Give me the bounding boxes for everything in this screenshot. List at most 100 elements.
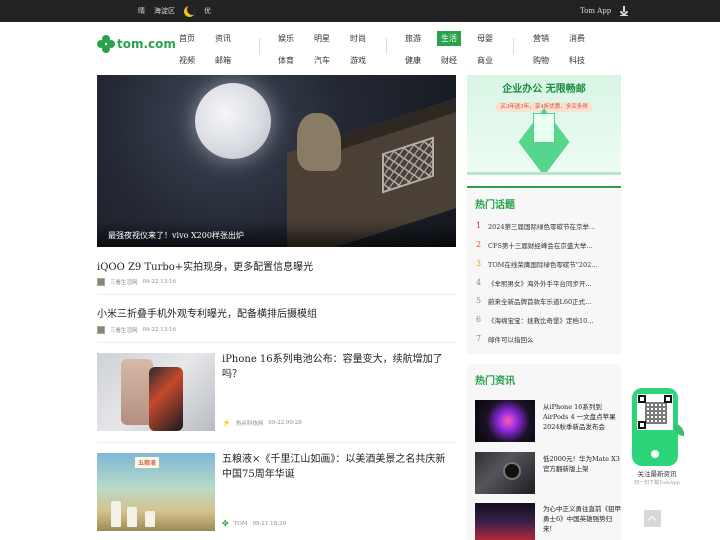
article-title[interactable]: iPhone 16系列电池公布：容量变大，续航增加了吗？ bbox=[222, 352, 454, 382]
divider bbox=[97, 342, 456, 343]
air-quality-text: 优 bbox=[204, 7, 211, 15]
rank-number: 6 bbox=[476, 315, 482, 324]
article-time: 09-22 13:16 bbox=[142, 279, 176, 285]
source-logo-icon: ⚡ bbox=[222, 419, 231, 427]
district-text: 海淀区 bbox=[154, 7, 175, 15]
article-source[interactable]: 三看生活网 bbox=[110, 278, 138, 286]
nav-item-sports[interactable]: 体育 bbox=[278, 55, 294, 66]
divider bbox=[97, 294, 456, 295]
weather-widget[interactable]: 晴 海淀区 优 bbox=[138, 0, 211, 22]
article-meta: 三看生活网 09-22 13:16 bbox=[97, 326, 176, 334]
hot-topic-item[interactable]: 4 《芈熙男女》海外外手平台同步开... bbox=[476, 278, 606, 288]
article-source[interactable]: 三看生活网 bbox=[110, 326, 138, 334]
bottle-image bbox=[111, 501, 121, 527]
app-link-label: Tom App bbox=[580, 7, 612, 15]
nav-item-mail[interactable]: 邮箱 bbox=[215, 55, 231, 66]
nav-item-stars[interactable]: 明星 bbox=[314, 33, 330, 44]
moon-icon bbox=[184, 5, 195, 17]
news-title[interactable]: 低2000元！华为Mate X3官方翻新版上架 bbox=[543, 454, 621, 474]
site-logo[interactable]: tom.com bbox=[97, 34, 176, 54]
nav-item-finance[interactable]: 财经 bbox=[441, 55, 457, 66]
qr-label: 关注最新资讯 bbox=[637, 470, 677, 478]
rank-number: 3 bbox=[476, 259, 482, 268]
clover-logo-icon bbox=[97, 35, 115, 53]
rank-number: 1 bbox=[476, 221, 482, 230]
nav-item-shopping[interactable]: 购物 bbox=[533, 55, 549, 66]
nav-item-video[interactable]: 视频 bbox=[179, 55, 195, 66]
rank-number: 2 bbox=[476, 240, 482, 249]
ad-illustration-image bbox=[533, 113, 555, 143]
hot-topic-text: 蔚来全新品牌首款车乐道L60正式... bbox=[488, 298, 592, 306]
nav-item-news[interactable]: 资讯 bbox=[215, 33, 231, 44]
hot-topic-item[interactable]: 5 蔚来全新品牌首款车乐道L60正式... bbox=[476, 296, 606, 306]
hot-topic-item[interactable]: 1 2024第三届国际绿色零碳节在京举... bbox=[476, 221, 606, 231]
article-meta: ✤ TOM 09-21 18:39 bbox=[222, 519, 286, 528]
article-source[interactable]: 热点科技网 bbox=[236, 419, 264, 427]
nav-item-tech[interactable]: 科技 bbox=[569, 55, 585, 66]
hot-topic-item[interactable]: 6 《海绵宝宝：拯救比奇堡》定档10... bbox=[476, 315, 606, 325]
article-thumbnail[interactable] bbox=[97, 353, 215, 431]
ad-banner[interactable]: 企业办公 无限畅邮 买3年送3年，享4折优惠，多买多得 bbox=[467, 75, 621, 175]
news-title[interactable]: 从iPhone 16系列到AirPods 4 一文盘点苹果2024秋季新品发布会 bbox=[543, 402, 621, 432]
qr-code-image bbox=[637, 394, 673, 430]
hot-topic-item[interactable]: 7 邮件可以指回么 bbox=[476, 334, 606, 344]
article-title[interactable]: 五粮液×《千里江山如画》：以美酒美景之名共庆新中国75周年华诞 bbox=[222, 452, 454, 482]
nav-item-business[interactable]: 商业 bbox=[477, 55, 493, 66]
nav-divider bbox=[259, 38, 260, 54]
hot-topic-item[interactable]: 3 TOM在线荣膺国际绿色零碳节"202... bbox=[476, 259, 606, 269]
nav-item-life[interactable]: 生活 bbox=[437, 31, 461, 46]
hero-caption-bar: 最强夜视仪来了！vivo X200样张出炉 bbox=[97, 221, 456, 247]
nav-item-travel[interactable]: 旅游 bbox=[405, 33, 421, 44]
top-bar: 晴 海淀区 优 Tom App bbox=[0, 0, 720, 22]
article-source[interactable]: TOM bbox=[234, 521, 248, 527]
nav-item-consumer[interactable]: 消费 bbox=[569, 33, 585, 44]
nav-item-home[interactable]: 首页 bbox=[179, 33, 195, 44]
nav-item-parenting[interactable]: 母婴 bbox=[477, 33, 493, 44]
news-thumbnail[interactable] bbox=[475, 452, 535, 494]
nav-item-auto[interactable]: 汽车 bbox=[314, 55, 330, 66]
news-thumbnail[interactable] bbox=[475, 400, 535, 442]
news-thumbnail[interactable] bbox=[475, 503, 535, 540]
rank-number: 4 bbox=[476, 278, 482, 287]
hot-topic-text: 2024第三届国际绿色零碳节在京举... bbox=[488, 223, 596, 231]
app-download-link[interactable]: Tom App bbox=[580, 0, 629, 22]
article-title[interactable]: iQOO Z9 Turbo+实拍现身，更多配置信息曝光 bbox=[97, 258, 313, 273]
nav-item-health[interactable]: 健康 bbox=[405, 55, 421, 66]
source-avatar bbox=[97, 278, 105, 286]
phone-home-button-icon bbox=[651, 450, 659, 458]
news-title[interactable]: 为心中正义勇往直前《狙甲勇士6》中国英雄强势归来! bbox=[543, 504, 621, 534]
ad-headline: 企业办公 无限畅邮 bbox=[502, 84, 586, 95]
qr-code-widget[interactable] bbox=[632, 388, 678, 466]
article-title[interactable]: 小米三折叠手机外观专利曝光，配备横排后摄模组 bbox=[97, 305, 317, 320]
back-to-top-button[interactable] bbox=[644, 510, 661, 527]
download-icon bbox=[619, 6, 629, 16]
hot-news-title: 热门资讯 bbox=[475, 376, 515, 387]
rank-number: 5 bbox=[476, 296, 482, 305]
weather-text: 晴 bbox=[138, 7, 145, 15]
article-meta: ⚡ 热点科技网 09-22 09:28 bbox=[222, 419, 302, 427]
hot-topic-item[interactable]: 2 CFS第十三届财经峰会在京盛大举... bbox=[476, 240, 606, 250]
hot-topic-text: 《芈熙男女》海外外手平台同步开... bbox=[488, 280, 592, 288]
hero-caption[interactable]: 最强夜视仪来了！vivo X200样张出炉 bbox=[108, 230, 244, 241]
source-avatar bbox=[97, 326, 105, 334]
camera-image bbox=[503, 462, 521, 480]
hero-moon-image bbox=[195, 83, 271, 159]
nav-divider bbox=[386, 38, 387, 54]
hot-topics-title: 热门话题 bbox=[467, 186, 621, 211]
nav-item-marketing[interactable]: 营销 bbox=[533, 33, 549, 44]
nav-divider bbox=[513, 38, 514, 54]
rank-number: 7 bbox=[476, 334, 482, 343]
article-time: 09-22 13:16 bbox=[142, 327, 176, 333]
qr-sub-label: 扫一扫下载TomApp bbox=[634, 480, 680, 486]
bottle-image bbox=[127, 507, 137, 527]
hot-topics-panel bbox=[467, 186, 621, 354]
nav-item-fashion[interactable]: 时尚 bbox=[350, 33, 366, 44]
nav-item-games[interactable]: 游戏 bbox=[350, 55, 366, 66]
article-thumbnail[interactable]: 五粮液 bbox=[97, 453, 215, 531]
nav-item-entertainment[interactable]: 娱乐 bbox=[278, 33, 294, 44]
hot-topic-text: 邮件可以指回么 bbox=[488, 336, 534, 344]
phone-image bbox=[149, 367, 183, 431]
divider bbox=[97, 442, 456, 443]
hero-banner[interactable]: 最强夜视仪来了！vivo X200样张出炉 bbox=[97, 75, 456, 247]
ad-bottom-bar bbox=[467, 172, 621, 175]
